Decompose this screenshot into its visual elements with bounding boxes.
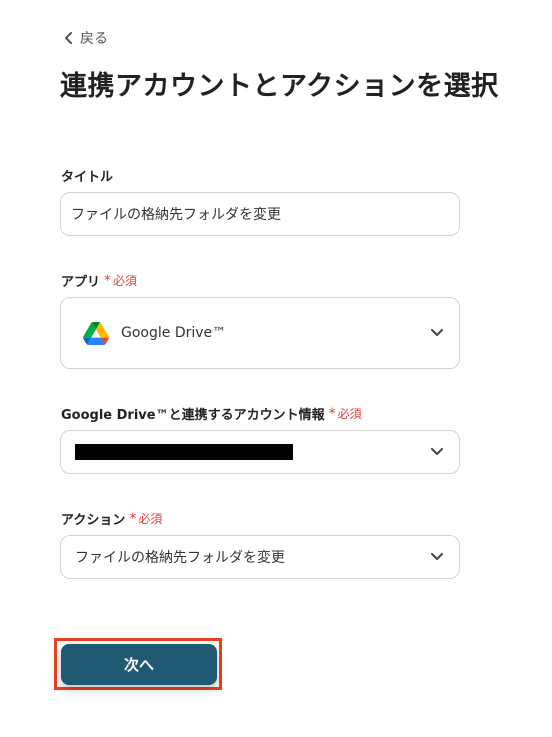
next-button[interactable]: 次へ bbox=[61, 644, 217, 685]
chevron-down-icon bbox=[431, 329, 443, 336]
action-field-label: アクション * 必須 bbox=[61, 510, 163, 529]
back-link[interactable]: 戻る bbox=[64, 28, 108, 48]
chevron-left-icon bbox=[65, 32, 72, 44]
required-badge: * 必須 bbox=[328, 405, 362, 422]
title-input[interactable]: ファイルの格納先フォルダを変更 bbox=[60, 192, 460, 236]
back-label: 戻る bbox=[80, 31, 108, 47]
redacted-account-value bbox=[75, 444, 293, 460]
required-badge: * 必須 bbox=[104, 272, 138, 289]
page-title: 連携アカウントとアクションを選択 bbox=[60, 71, 499, 102]
title-input-value: ファイルの格納先フォルダを変更 bbox=[71, 207, 281, 223]
app-select[interactable]: Google Drive™ bbox=[60, 297, 460, 369]
app-select-value: Google Drive™ bbox=[121, 325, 227, 341]
action-select-value: ファイルの格納先フォルダを変更 bbox=[75, 550, 285, 566]
chevron-down-icon bbox=[431, 553, 443, 560]
title-field-label: タイトル bbox=[61, 170, 114, 185]
account-select[interactable] bbox=[60, 430, 460, 474]
app-field-label: アプリ * 必須 bbox=[61, 272, 138, 291]
required-badge: * 必須 bbox=[129, 510, 163, 527]
google-drive-icon bbox=[83, 321, 109, 345]
action-select[interactable]: ファイルの格納先フォルダを変更 bbox=[60, 535, 460, 579]
chevron-down-icon bbox=[431, 448, 443, 455]
account-field-label: Google Drive™と連携するアカウント情報 * 必須 bbox=[61, 405, 362, 424]
